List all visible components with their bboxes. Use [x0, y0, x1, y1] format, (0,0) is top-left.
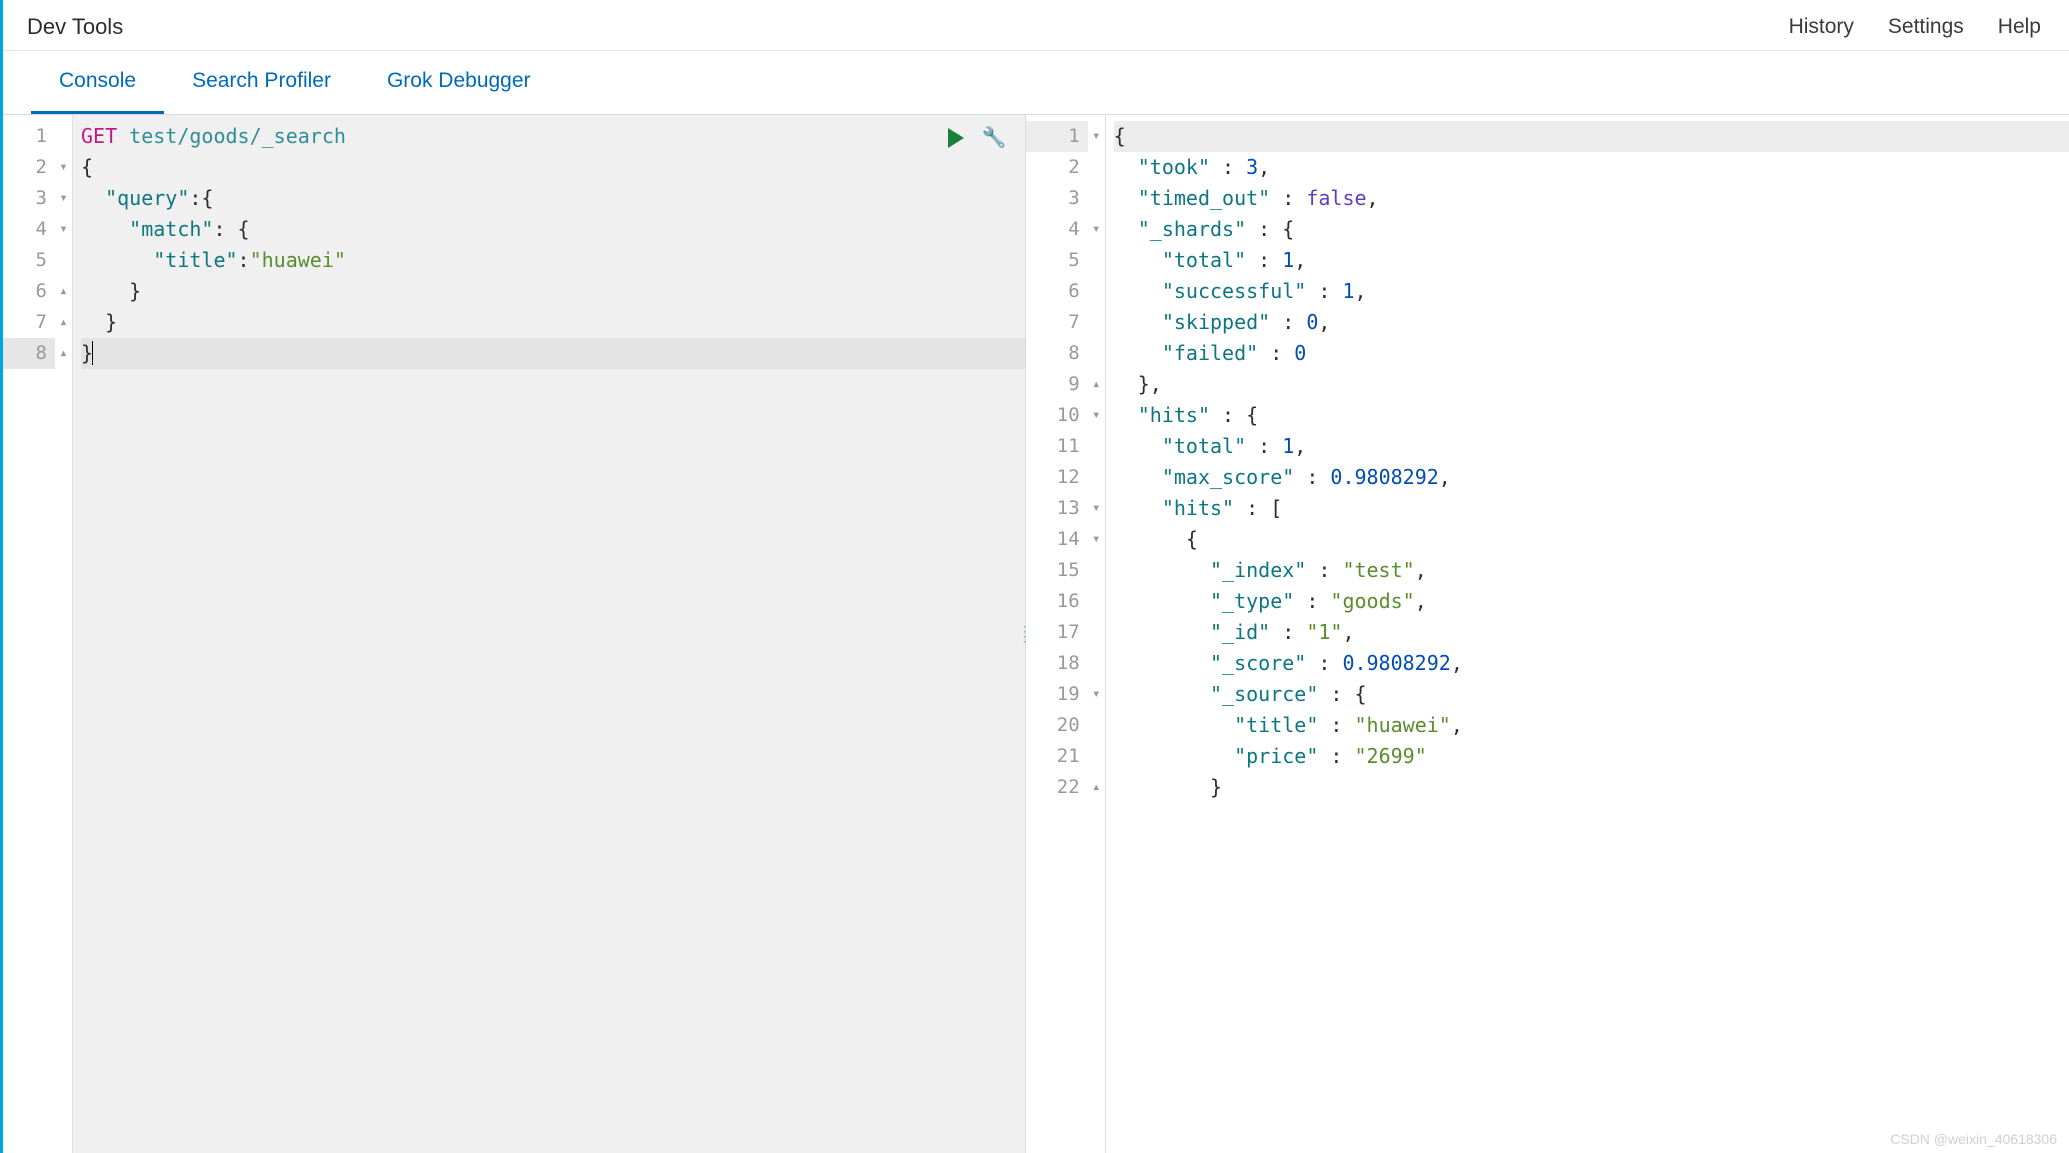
response-viewer: 12345678910111213141516171819202122 { "t… — [1026, 115, 2069, 1153]
history-link[interactable]: History — [1789, 15, 1854, 39]
tab-console[interactable]: Console — [31, 51, 164, 114]
page-title: Dev Tools — [27, 14, 123, 40]
response-fold-gutter[interactable] — [1088, 115, 1106, 1153]
wrench-icon[interactable]: 🔧 — [982, 125, 1007, 150]
top-links: History Settings Help — [1789, 15, 2041, 39]
request-code[interactable]: GET test/goods/_search{ "query":{ "match… — [73, 115, 1025, 1153]
request-line-gutter: 12345678 — [3, 115, 55, 1153]
response-code[interactable]: { "took" : 3, "timed_out" : false, "_sha… — [1106, 115, 2069, 1153]
request-editor[interactable]: 12345678 GET test/goods/_search{ "query"… — [3, 115, 1026, 1153]
request-actions: 🔧 — [948, 125, 1007, 150]
tab-search-profiler[interactable]: Search Profiler — [164, 51, 359, 114]
response-line-gutter: 12345678910111213141516171819202122 — [1026, 115, 1088, 1153]
settings-link[interactable]: Settings — [1888, 15, 1964, 39]
tab-grok-debugger[interactable]: Grok Debugger — [359, 51, 559, 114]
request-fold-gutter[interactable] — [55, 115, 73, 1153]
main: 12345678 GET test/goods/_search{ "query"… — [3, 115, 2069, 1153]
tabs: Console Search Profiler Grok Debugger — [3, 51, 2069, 115]
top-bar: Dev Tools History Settings Help — [3, 0, 2069, 51]
play-icon[interactable] — [948, 128, 964, 148]
help-link[interactable]: Help — [1998, 15, 2041, 39]
watermark: CSDN @weixin_40618306 — [1890, 1131, 2057, 1147]
